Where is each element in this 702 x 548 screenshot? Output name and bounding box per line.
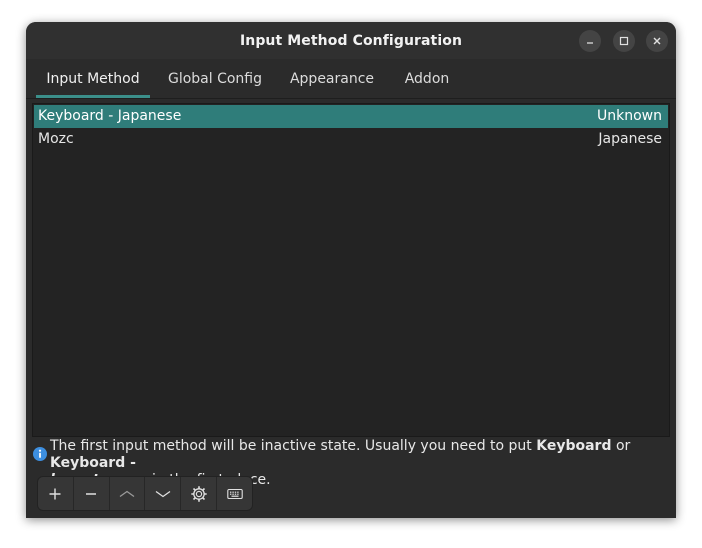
add-button[interactable] [38,477,74,510]
tab-global-config[interactable]: Global Config [161,59,269,98]
keyboard-layout-button[interactable] [217,477,252,510]
close-button[interactable] [646,30,668,52]
list-item[interactable]: Mozc Japanese [34,128,668,151]
tab-input-method[interactable]: Input Method [36,59,150,98]
minimize-icon [587,42,593,44]
tab-appearance[interactable]: Appearance [284,59,380,98]
remove-button[interactable] [74,477,110,510]
info-bold-keyboard-layout: Keyboard - [50,455,136,471]
configure-button[interactable] [181,477,218,510]
title-bar[interactable]: Input Method Configuration [26,22,676,59]
move-down-button[interactable] [145,477,182,510]
move-down-icon [155,490,171,497]
info-text-part: The first input method will be inactive … [50,438,537,454]
minimize-button[interactable] [579,30,601,52]
input-method-language: Unknown [597,108,662,124]
configure-icon [191,485,207,502]
add-icon [49,488,61,499]
maximize-button[interactable] [613,30,635,52]
input-method-language: Japanese [598,131,662,147]
info-bold-keyboard: Keyboard [536,438,612,454]
keyboard-layout-icon [226,488,243,499]
list-toolbar [37,476,253,511]
remove-icon [86,492,97,495]
tab-bar: Input Method Global Config Appearance Ad… [26,59,676,99]
input-method-name: Mozc [38,131,74,147]
info-text-part: or [611,438,631,454]
move-up-icon [119,490,135,497]
close-icon [653,37,661,45]
tab-addon[interactable]: Addon [396,59,458,98]
input-method-name: Keyboard - Japanese [38,108,182,124]
move-up-button[interactable] [110,477,146,510]
maximize-icon [619,36,629,46]
info-icon [33,447,47,461]
list-item[interactable]: Keyboard - Japanese Unknown [34,105,668,128]
input-method-list[interactable]: Keyboard - Japanese Unknown Mozc Japanes… [32,103,670,437]
input-method-config-window: Input Method Configuration Input Method … [26,22,676,518]
